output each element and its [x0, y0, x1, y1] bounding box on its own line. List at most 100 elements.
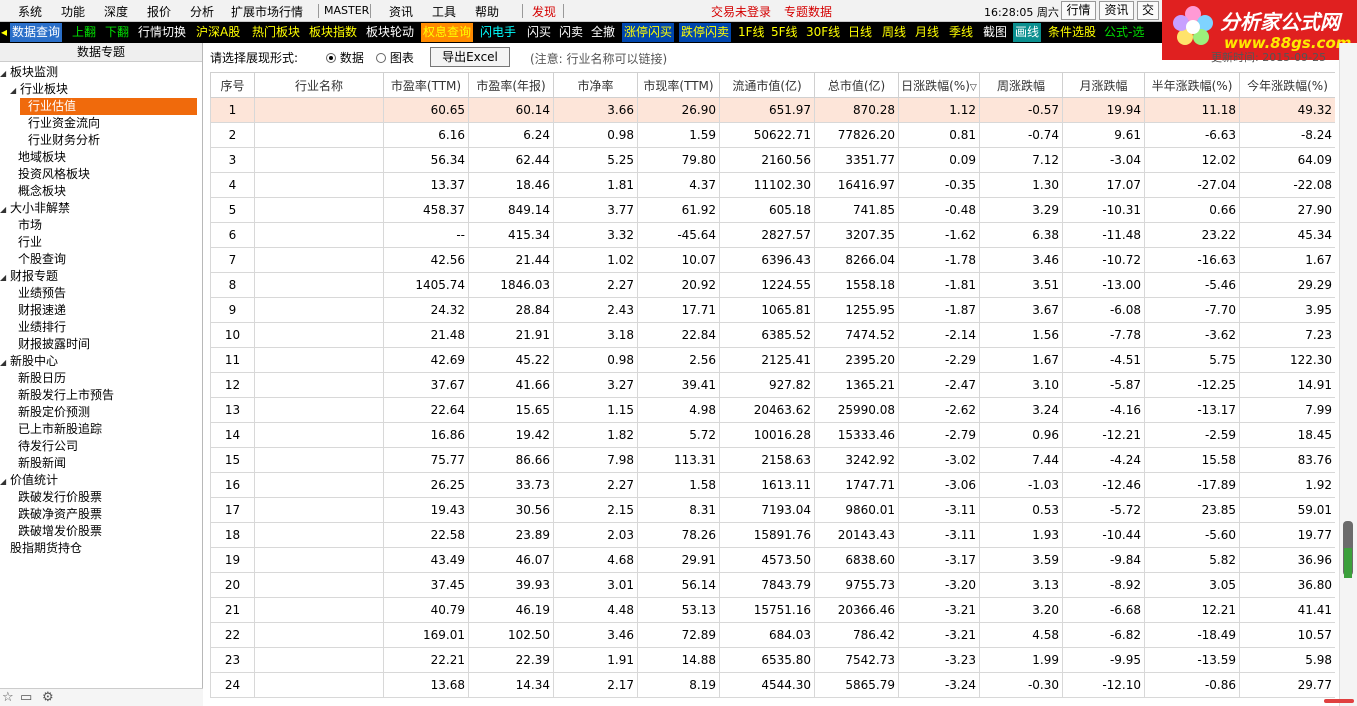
- table-row[interactable]: 23 22.21 22.39 1.91 14.88 6535.80 7542.73 -3.23…: [210, 647, 1335, 673]
- toolbar-data-query[interactable]: 数据查询: [10, 23, 63, 42]
- column-header[interactable]: 序号: [210, 72, 255, 98]
- expand-triangle-icon[interactable]: ◢: [0, 354, 10, 371]
- tree-item[interactable]: 个股查询: [10, 251, 66, 268]
- table-row[interactable]: 7 42.56 21.44 1.02 10.07 6396.43 8266.04 -1.78 3…: [210, 247, 1335, 273]
- tree-item[interactable]: ◢ 价值统计: [0, 472, 58, 489]
- expand-triangle-icon[interactable]: ◢: [0, 65, 10, 82]
- tree-item[interactable]: 行业: [10, 234, 42, 251]
- column-header[interactable]: 市净率: [553, 72, 638, 98]
- tree-item[interactable]: ◢ 新股中心: [0, 353, 58, 370]
- tree-item[interactable]: 财报速递: [10, 302, 66, 319]
- toolbar-rights-query[interactable]: 权息查询: [421, 23, 474, 42]
- table-row[interactable]: 5 458.37 849.14 3.77 61.92 605.18 741.85 -0.48 3…: [210, 197, 1335, 223]
- toolbar-flash-hand[interactable]: 闪电手: [478, 23, 518, 42]
- industry-name-link[interactable]: [254, 347, 384, 373]
- toolbar-weekly[interactable]: 周线: [880, 23, 908, 42]
- expand-triangle-icon[interactable]: ◢: [0, 201, 10, 218]
- menu-function[interactable]: 功能: [61, 3, 85, 20]
- industry-name-link[interactable]: [254, 222, 384, 248]
- gear-icon[interactable]: ⚙: [42, 690, 54, 705]
- toolbar-sector-rotation[interactable]: 板块轮动: [364, 23, 416, 42]
- radio-chart[interactable]: [376, 53, 386, 63]
- tree-item[interactable]: ◢ 行业板块: [10, 81, 68, 98]
- star-icon[interactable]: ☆: [2, 690, 14, 705]
- toolbar-30min[interactable]: 30F线: [804, 23, 842, 42]
- toolbar-draw-line[interactable]: 画线: [1013, 23, 1042, 42]
- tree-item[interactable]: 投资风格板块: [10, 166, 90, 183]
- column-header[interactable]: 今年涨跌幅(%): [1239, 72, 1335, 98]
- industry-name-link[interactable]: [254, 672, 384, 698]
- industry-name-link[interactable]: [254, 547, 384, 573]
- toolbar-condition-pick[interactable]: 条件选股: [1046, 23, 1098, 42]
- table-row[interactable]: 14 16.86 19.42 1.82 5.72 10016.28 15333.46 -2.7…: [210, 422, 1335, 448]
- tree-item[interactable]: 行业估值: [20, 98, 197, 115]
- tree-item[interactable]: 财报披露时间: [10, 336, 90, 353]
- industry-name-link[interactable]: [254, 647, 384, 673]
- menu-help[interactable]: 帮助: [475, 3, 499, 20]
- industry-name-link[interactable]: [254, 122, 384, 148]
- tree-item[interactable]: 待发行公司: [10, 438, 78, 455]
- industry-name-link[interactable]: [254, 97, 384, 123]
- industry-name-link[interactable]: [254, 622, 384, 648]
- menu-master[interactable]: MASTER: [324, 4, 369, 17]
- toolbar-sh-sz-a[interactable]: 沪深A股: [194, 23, 242, 42]
- column-header[interactable]: 市现率(TTM): [637, 72, 720, 98]
- industry-name-link[interactable]: [254, 497, 384, 523]
- tree-item[interactable]: 跌破增发价股票: [10, 523, 102, 540]
- industry-name-link[interactable]: [254, 422, 384, 448]
- industry-name-link[interactable]: [254, 397, 384, 423]
- menu-discover[interactable]: 发现: [532, 3, 556, 20]
- industry-name-link[interactable]: [254, 447, 384, 473]
- toolbar-1min[interactable]: 1F线: [736, 23, 767, 42]
- table-row[interactable]: 10 21.48 21.91 3.18 22.84 6385.52 7474.52 -2.14…: [210, 322, 1335, 348]
- tree-item[interactable]: 概念板块: [10, 183, 66, 200]
- table-row[interactable]: 15 75.77 86.66 7.98 113.31 2158.63 3242.92 -3.0…: [210, 447, 1335, 473]
- toolbar-page-up[interactable]: 上翻: [70, 23, 98, 42]
- tree-item[interactable]: 地域板块: [10, 149, 66, 166]
- industry-name-link[interactable]: [254, 572, 384, 598]
- tree-item[interactable]: ◢ 大小非解禁: [0, 200, 70, 217]
- industry-name-link[interactable]: [254, 522, 384, 548]
- table-row[interactable]: 3 56.34 62.44 5.25 79.80 2160.56 3351.77 0.09 7.…: [210, 147, 1335, 173]
- toolbar-daily[interactable]: 日线: [846, 23, 874, 42]
- column-header[interactable]: 半年涨跌幅(%): [1144, 72, 1240, 98]
- tree-item[interactable]: 新股定价预测: [10, 404, 90, 421]
- expand-triangle-icon[interactable]: ◢: [0, 269, 10, 286]
- table-row[interactable]: 11 42.69 45.22 0.98 2.56 2125.41 2395.20 -2.29 1…: [210, 347, 1335, 373]
- export-excel-button[interactable]: 导出Excel: [430, 47, 510, 67]
- column-header[interactable]: 市盈率(年报): [468, 72, 554, 98]
- table-row[interactable]: 6 -- 415.34 3.32 -45.64 2827.57 3207.35 -1.62 6.…: [210, 222, 1335, 248]
- toolbar-flash-sell[interactable]: 闪卖: [557, 23, 585, 42]
- menu-quote[interactable]: 报价: [147, 3, 171, 20]
- toolbar-cancel-all[interactable]: 全撤: [589, 23, 617, 42]
- trade-login-status[interactable]: 交易未登录: [711, 3, 771, 20]
- column-header[interactable]: 市盈率(TTM): [383, 72, 469, 98]
- column-header[interactable]: 流通市值(亿): [719, 72, 815, 98]
- column-header[interactable]: 总市值(亿): [814, 72, 899, 98]
- table-row[interactable]: 21 40.79 46.19 4.48 53.13 15751.16 20366.46 -3.…: [210, 597, 1335, 623]
- expand-triangle-icon[interactable]: ◢: [10, 82, 20, 99]
- trade-button[interactable]: 交: [1137, 1, 1159, 20]
- industry-name-link[interactable]: [254, 197, 384, 223]
- industry-name-link[interactable]: [254, 597, 384, 623]
- tree-item[interactable]: 新股发行上市预告: [10, 387, 114, 404]
- tree-item[interactable]: 市场: [10, 217, 42, 234]
- column-header[interactable]: 行业名称: [254, 72, 384, 98]
- column-header[interactable]: 月涨跌幅: [1062, 72, 1145, 98]
- toolbar-5min[interactable]: 5F线: [769, 23, 800, 42]
- table-row[interactable]: 13 22.64 15.65 1.15 4.98 20463.62 25990.08 -2.6…: [210, 397, 1335, 423]
- tree-item[interactable]: 跌破净资产股票: [10, 506, 102, 523]
- tree-item[interactable]: 行业财务分析: [20, 132, 100, 149]
- industry-name-link[interactable]: [254, 272, 384, 298]
- table-row[interactable]: 9 24.32 28.84 2.43 17.71 1065.81 1255.95 -1.87 3…: [210, 297, 1335, 323]
- toolbar-flash-buy[interactable]: 闪买: [525, 23, 553, 42]
- quote-button[interactable]: 行情: [1061, 1, 1096, 20]
- table-row[interactable]: 22 169.01 102.50 3.46 72.89 684.03 786.42 -3.21…: [210, 622, 1335, 648]
- column-header[interactable]: 日涨跌幅(%)▽: [898, 72, 980, 98]
- tree-item[interactable]: 股指期货持仓: [0, 540, 82, 557]
- table-row[interactable]: 12 37.67 41.66 3.27 39.41 927.82 1365.21 -2.47 3…: [210, 372, 1335, 398]
- toolbar-quarterly[interactable]: 季线: [947, 23, 975, 42]
- expand-triangle-icon[interactable]: ◢: [0, 473, 10, 490]
- menu-tools[interactable]: 工具: [432, 3, 456, 20]
- table-row[interactable]: 19 43.49 46.07 4.68 29.91 4573.50 6838.60 -3.17…: [210, 547, 1335, 573]
